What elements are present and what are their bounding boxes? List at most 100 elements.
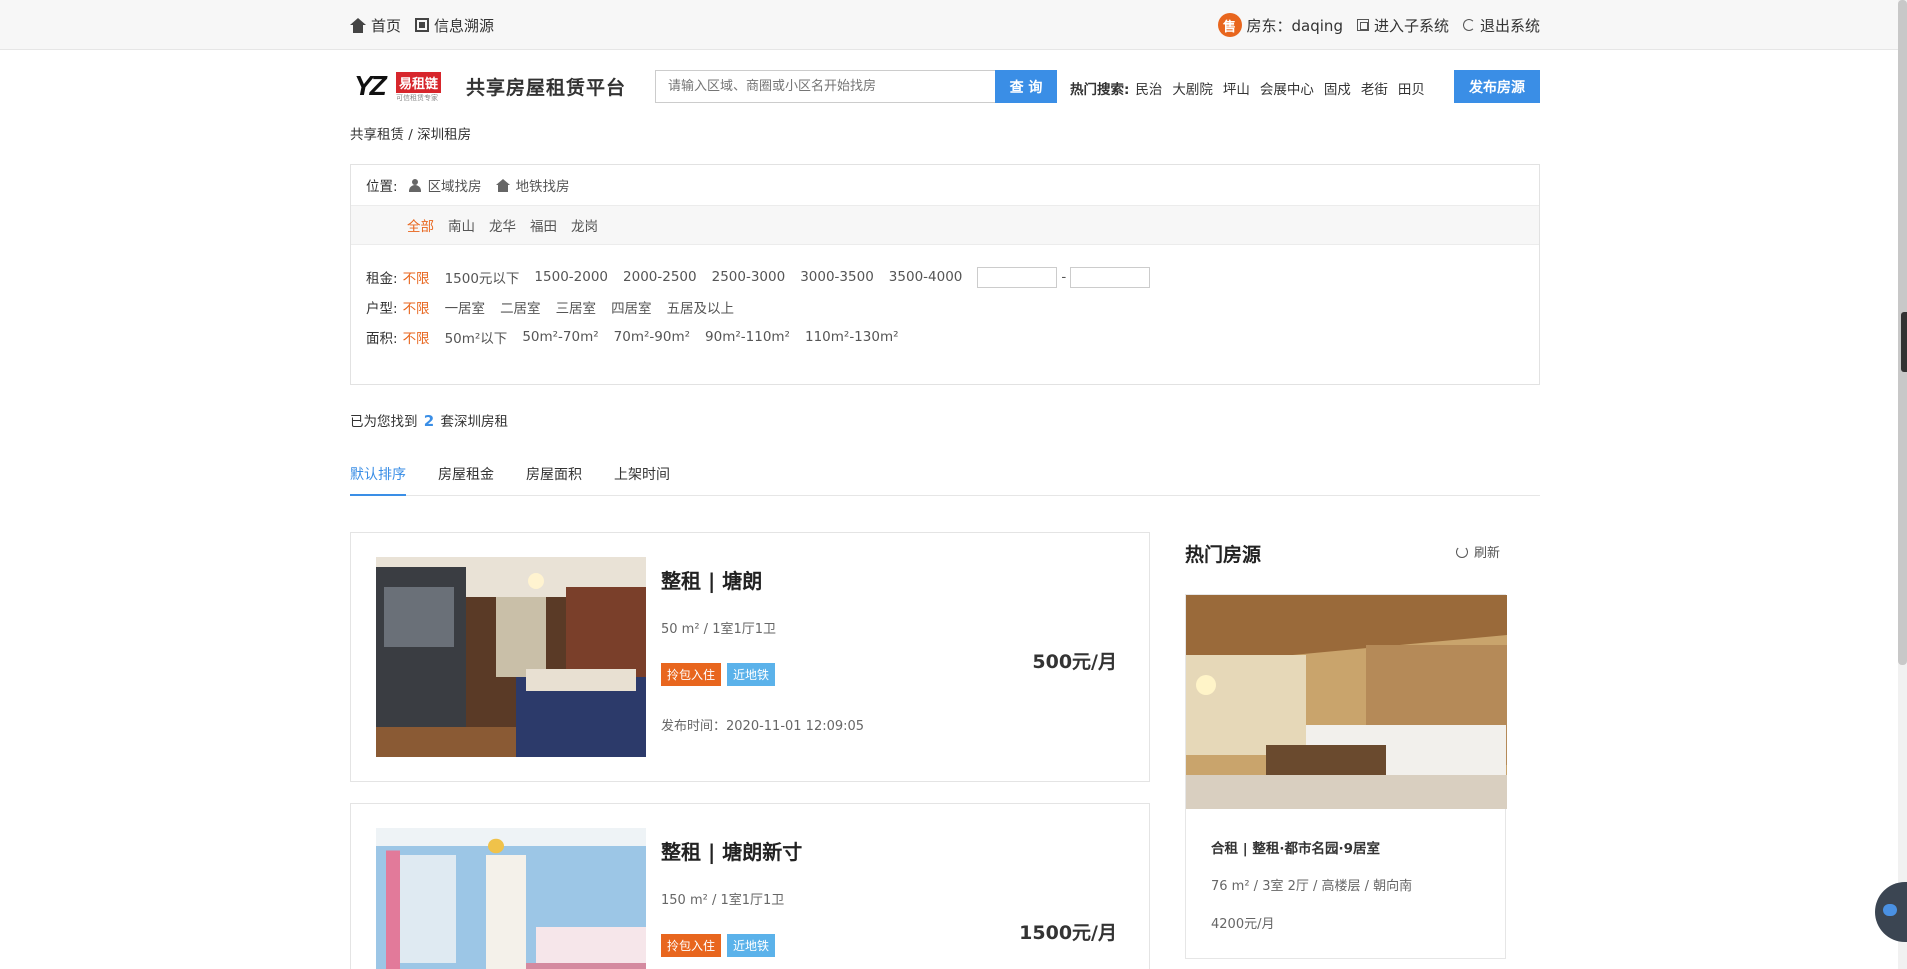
metro-icon <box>495 178 510 192</box>
logout-link[interactable]: 退出系统 <box>1462 15 1540 36</box>
search-button[interactable]: 查 询 <box>995 70 1057 103</box>
rent-option[interactable]: 1500元以下 <box>445 267 520 287</box>
hot-listings-title: 热门房源 <box>1185 544 1262 566</box>
hot-term[interactable]: 老街 <box>1361 78 1388 98</box>
listing-meta: 150 m² / 1室1厅1卫 <box>661 893 785 908</box>
result-suffix: 套深圳房租 <box>440 414 509 430</box>
layout-option-any[interactable]: 不限 <box>403 297 430 317</box>
metro-search-label: 地铁找房 <box>515 179 570 195</box>
subsystem-label: 进入子系统 <box>1373 16 1449 35</box>
region-icon <box>408 178 422 192</box>
home-icon <box>350 17 366 33</box>
tab-default-sort[interactable]: 默认排序 <box>350 450 406 496</box>
rent-min-input[interactable] <box>977 266 1058 288</box>
hot-term[interactable]: 大剧院 <box>1172 78 1213 98</box>
logo-yz: YZ <box>354 70 387 101</box>
publish-listing-button[interactable]: 发布房源 <box>1454 70 1540 103</box>
location-label: 位置: <box>366 179 398 195</box>
hot-term[interactable]: 会展中心 <box>1260 78 1314 98</box>
area-search-option[interactable]: 区域找房 <box>408 175 482 195</box>
listing-tags: 拎包入住 近地铁 <box>661 934 776 957</box>
rent-option[interactable]: 3000-3500 <box>800 269 874 285</box>
landlord-label: 房东：daqing <box>1246 16 1343 35</box>
tab-rent-sort[interactable]: 房屋租金 <box>438 450 494 496</box>
sort-tabs: 默认排序 房屋租金 房屋面积 上架时间 <box>350 450 1540 496</box>
listing-photo[interactable] <box>376 557 646 757</box>
area-option[interactable]: 90m²-110m² <box>705 329 790 345</box>
tag-near-metro: 近地铁 <box>727 663 776 686</box>
rent-range-dash: - <box>1061 269 1067 285</box>
listing-title[interactable]: 整租 | 塘朗 <box>661 565 762 594</box>
district-option[interactable]: 南山 <box>448 215 475 235</box>
listing-card[interactable]: 整租 | 塘朗 50 m² / 1室1厅1卫 拎包入住 近地铁 发布时间：202… <box>350 532 1150 782</box>
district-option[interactable]: 龙华 <box>489 215 516 235</box>
area-label: 面积: <box>366 331 398 347</box>
rent-option[interactable]: 2000-2500 <box>623 269 697 285</box>
breadcrumb: 共享租赁 / 深圳租房 <box>350 127 472 143</box>
hot-term[interactable]: 田贝 <box>1398 78 1425 98</box>
area-option[interactable]: 50m²-70m² <box>522 329 598 345</box>
side-tab-handle[interactable] <box>1901 312 1907 372</box>
home-link[interactable]: 首页 <box>350 15 401 36</box>
hot-listing-title[interactable]: 合租 | 整租·都市名园·9居室 <box>1211 837 1380 857</box>
logo[interactable]: YZ 易租链 可信租赁专家 <box>350 69 450 103</box>
hot-term[interactable]: 民治 <box>1135 78 1162 98</box>
listing-meta: 50 m² / 1室1厅1卫 <box>661 622 777 637</box>
listing-pubtime: 发布时间：2020-11-01 12:09:05 <box>661 719 865 734</box>
district-option[interactable]: 龙岗 <box>571 215 598 235</box>
hot-listing-card[interactable]: 合租 | 整租·都市名园·9居室 76 m² / 3室 2厅 / 高楼层 / 朝… <box>1185 594 1507 959</box>
rent-max-input[interactable] <box>1070 266 1151 288</box>
hot-term[interactable]: 固戍 <box>1324 78 1351 98</box>
tab-time-sort[interactable]: 上架时间 <box>614 450 670 496</box>
refresh-button[interactable]: 刷新 <box>1456 542 1500 561</box>
rent-option[interactable]: 3500-4000 <box>889 269 963 285</box>
hot-search-label: 热门搜索: <box>1070 82 1130 98</box>
listing-photo[interactable] <box>376 828 646 969</box>
area-option[interactable]: 70m²-90m² <box>614 329 690 345</box>
rent-option[interactable]: 1500-2000 <box>534 269 608 285</box>
area-option-any[interactable]: 不限 <box>403 327 430 347</box>
logo-tagline: 可信租赁专家 <box>396 94 438 102</box>
listing-tags: 拎包入住 近地铁 <box>661 663 776 686</box>
layout-option[interactable]: 三居室 <box>556 297 597 317</box>
metro-search-option[interactable]: 地铁找房 <box>495 175 570 195</box>
area-option[interactable]: 50m²以下 <box>445 327 508 347</box>
listing-price: 1500元/月 <box>1019 922 1117 944</box>
logo-brand: 易租链 <box>396 72 442 93</box>
area-option[interactable]: 110m²-130m² <box>805 329 899 345</box>
listing-title[interactable]: 整租 | 塘朗新寸 <box>661 836 802 865</box>
district-option-all[interactable]: 全部 <box>407 215 434 235</box>
logout-label: 退出系统 <box>1479 16 1540 35</box>
district-option[interactable]: 福田 <box>530 215 557 235</box>
listing-price: 500元/月 <box>1032 651 1117 673</box>
site-title: 共享房屋租赁平台 <box>466 76 627 99</box>
search-input[interactable] <box>655 70 995 103</box>
sell-badge-icon: 售 <box>1217 13 1242 37</box>
trace-link[interactable]: 信息溯源 <box>415 15 494 36</box>
rent-option-any[interactable]: 不限 <box>403 267 430 287</box>
subsystem-link[interactable]: 进入子系统 <box>1356 15 1449 36</box>
scrollbar[interactable] <box>1898 0 1907 969</box>
trace-label: 信息溯源 <box>434 16 495 35</box>
refresh-icon <box>1456 545 1468 558</box>
qrcode-icon <box>415 18 430 32</box>
layout-option[interactable]: 一居室 <box>445 297 486 317</box>
result-count: 已为您找到 2 套深圳房租 <box>350 410 508 430</box>
home-label: 首页 <box>371 16 402 35</box>
area-search-label: 区域找房 <box>427 179 482 195</box>
filter-panel: 位置: 区域找房 地铁找房 全部 南山 龙华 福田 龙岗 租金: 不限 1500… <box>350 164 1540 385</box>
layout-label: 户型: <box>366 301 398 317</box>
layout-option[interactable]: 二居室 <box>500 297 541 317</box>
chat-icon[interactable] <box>1875 882 1907 942</box>
rent-option[interactable]: 2500-3000 <box>712 269 786 285</box>
tag-near-metro: 近地铁 <box>727 934 776 957</box>
tab-area-sort[interactable]: 房屋面积 <box>526 450 582 496</box>
hot-listing-photo[interactable] <box>1186 595 1507 809</box>
listing-card[interactable]: 整租 | 塘朗新寸 150 m² / 1室1厅1卫 拎包入住 近地铁 1500元… <box>350 803 1150 969</box>
hot-term[interactable]: 坪山 <box>1223 78 1250 98</box>
layout-option[interactable]: 五居及以上 <box>667 297 735 317</box>
layout-option[interactable]: 四居室 <box>611 297 652 317</box>
hot-listing-meta: 76 m² / 3室 2厅 / 高楼层 / 朝向南 <box>1211 879 1413 894</box>
logout-icon <box>1462 19 1475 31</box>
top-bar: 首页 信息溯源 售 房东：daqing 进入子系统 退出系统 <box>0 0 1898 50</box>
